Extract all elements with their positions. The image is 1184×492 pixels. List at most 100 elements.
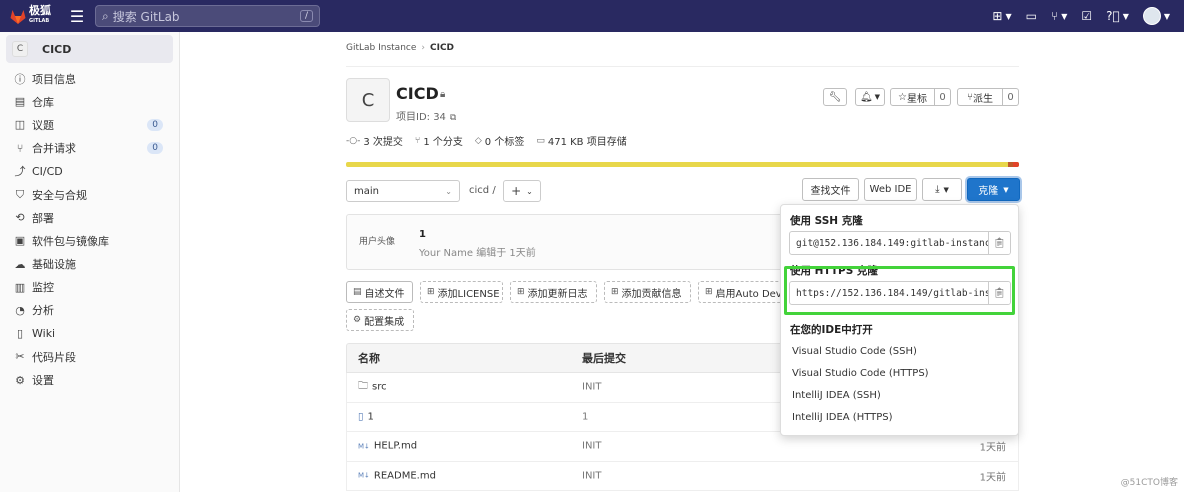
open-in-ide-title: 在您的IDE中打开 — [790, 324, 873, 336]
breadcrumb-root-link[interactable]: GitLab Instance — [346, 43, 416, 53]
fork-count[interactable]: 0 — [1003, 88, 1019, 106]
sidebar-item-label: 软件包与镜像库 — [32, 234, 109, 248]
table-row[interactable]: M↓ HELP.md INIT 1天前 — [346, 432, 1019, 462]
sidebar-item-label: 基础设施 — [32, 258, 76, 272]
ssh-url-text[interactable]: git@152.136.184.149:gitlab-instance — [790, 238, 988, 249]
notifications-button[interactable]: 🔔︎ ▼ — [855, 88, 885, 106]
file-icon: ▯ — [358, 411, 364, 423]
add-to-tree-button[interactable]: + ⌄ — [503, 180, 541, 202]
ssh-clone-title: 使用 SSH 克隆 — [790, 215, 863, 227]
vscode-ssh-item[interactable]: Visual Studio Code (SSH) — [792, 346, 917, 357]
doc-icon: ▤ — [14, 95, 26, 109]
stat-storage[interactable]: ▭ 471 KB 项目存储 — [536, 133, 626, 149]
last-commit-message[interactable]: INIT — [582, 382, 602, 393]
fork-button[interactable]: ⑂ 派生 — [957, 88, 1003, 106]
download-button[interactable]: ⤓ ▼ — [922, 178, 962, 201]
sidebar-item-deployments[interactable]: ⟲ 部署 — [0, 206, 179, 229]
sidebar-item-merge-requests[interactable]: ⑂ 合并请求 0 — [0, 137, 179, 160]
chevron-down-icon: ⌄ — [526, 186, 533, 196]
info-icon: ⓘ — [14, 72, 26, 86]
sidebar-item-snippets[interactable]: ✂ 代码片段 — [0, 345, 179, 368]
find-file-button[interactable]: 查找文件 — [802, 178, 859, 201]
folder-icon: 🗀︎ — [358, 380, 368, 392]
merge-requests-top-button[interactable]: ⑂ ▼ — [1051, 9, 1067, 23]
chip-label: 添加贡献信息 — [621, 288, 682, 300]
readme-chip-button[interactable]: ▤ 自述文件 — [346, 281, 413, 303]
repo-path-link[interactable]: cicd — [469, 185, 489, 196]
breadcrumb-current-link[interactable]: CICD — [430, 43, 454, 53]
copy-ssh-button[interactable]: 📋︎ — [988, 232, 1010, 254]
stat-commits[interactable]: -○- 3 次提交 — [346, 133, 403, 149]
commit-avatar: 用户头像 — [359, 234, 395, 247]
chip-label: 自述文件 — [364, 288, 405, 300]
admin-settings-button[interactable]: 🔧︎ — [823, 88, 847, 106]
file-name-link[interactable]: HELP.md — [374, 441, 417, 452]
sidebar-item-monitor[interactable]: ▥ 监控 — [0, 276, 179, 299]
sidebar-item-security[interactable]: ⛉ 安全与合规 — [0, 183, 179, 206]
file-name-link[interactable]: src — [372, 382, 387, 393]
menu-icon[interactable]: ☰ — [67, 7, 87, 26]
file-name-link[interactable]: 1 — [368, 411, 374, 422]
chevron-down-icon: ▼ — [1003, 185, 1009, 194]
sidebar-item-issues[interactable]: ◫ 议题 0 — [0, 113, 179, 136]
package-icon: ▣ — [14, 234, 26, 248]
branch-name: main — [354, 185, 379, 197]
help-top-button[interactable]: ?⃝ ▼ — [1106, 9, 1129, 23]
sidebar-item-analytics[interactable]: ◔ 分析 — [0, 299, 179, 322]
last-commit-message[interactable]: INIT — [582, 470, 602, 481]
sidebar-item-settings[interactable]: ⚙ 设置 — [0, 368, 179, 391]
stat-tags[interactable]: ◇ 0 个标签 — [475, 133, 524, 149]
count-badge: 0 — [147, 118, 163, 131]
configure-integrations-button[interactable]: ⚙ 配置集成 — [346, 309, 414, 331]
sidebar-item-cicd[interactable]: ⤴ CI/CD — [0, 160, 179, 183]
chevron-down-icon: ▼ — [874, 93, 881, 101]
intellij-ssh-item[interactable]: IntelliJ IDEA (SSH) — [792, 390, 881, 401]
chevron-down-icon: ▼ — [943, 185, 949, 194]
intellij-https-item[interactable]: IntelliJ IDEA (HTTPS) — [792, 412, 893, 423]
add-changelog-button[interactable]: ⊞ 添加更新日志 — [510, 281, 597, 303]
new-item-button[interactable]: ⊞ ▼ — [992, 9, 1011, 23]
stat-branches[interactable]: ⑂ 1 个分支 — [415, 133, 463, 149]
bell-icon: 🔔︎ — [859, 91, 873, 103]
add-license-button[interactable]: ⊞ 添加LICENSE — [420, 281, 503, 303]
sidebar-project-header[interactable]: C CICD — [6, 35, 173, 63]
chevron-down-icon: ⌄ — [445, 186, 452, 196]
table-row[interactable]: M↓ README.md INIT 1天前 — [346, 461, 1019, 491]
wrench-icon: 🔧︎ — [828, 91, 842, 103]
user-menu-button[interactable]: ▼ — [1142, 7, 1170, 25]
column-header-name: 名称 — [358, 352, 380, 365]
sidebar-item-infrastructure[interactable]: ☁ 基础设施 — [0, 253, 179, 276]
last-update-time: 1天前 — [979, 472, 1006, 484]
ssh-url-field[interactable]: git@152.136.184.149:gitlab-instance 📋︎ — [789, 231, 1011, 255]
enable-auto-devops-button[interactable]: ⊞启用Auto DevOps — [698, 281, 788, 303]
web-ide-button[interactable]: Web IDE — [864, 178, 917, 201]
sidebar-item-label: 设置 — [32, 374, 54, 388]
stat-branches-text: 1 个分支 — [423, 137, 463, 148]
scissors-icon: ✂ — [15, 350, 25, 364]
sidebar-item-repository[interactable]: ▤ 仓库 — [0, 90, 179, 113]
sidebar-item-label: 仓库 — [32, 95, 54, 109]
add-contributing-button[interactable]: ⊞ 添加贡献信息 — [604, 281, 691, 303]
last-commit-message[interactable]: INIT — [582, 441, 602, 452]
gitlab-logo[interactable]: 极狐 GITLAB — [10, 5, 60, 27]
vscode-https-item[interactable]: Visual Studio Code (HTTPS) — [792, 368, 929, 379]
top-navbar: 极狐 GITLAB ☰ ⌕ 搜索 GitLab / ⊞ ▼ ▭ ⑂ ▼ ☑ ?⃝ ▼ ▼ — [0, 0, 1184, 32]
issues-top-button[interactable]: ▭ — [1026, 9, 1037, 23]
todos-top-button[interactable]: ☑ — [1081, 9, 1092, 23]
language-bar — [346, 162, 1019, 167]
clone-button[interactable]: 克隆 ▼ — [967, 178, 1020, 201]
search-input[interactable]: ⌕ 搜索 GitLab / — [95, 5, 320, 27]
branch-selector[interactable]: main ⌄ — [346, 180, 460, 202]
commit-message-link[interactable]: 1 — [419, 229, 426, 240]
star-count[interactable]: 0 — [935, 88, 951, 106]
page-title: CICD — [396, 84, 439, 103]
sidebar-item-project-info[interactable]: ⓘ 项目信息 — [0, 67, 179, 90]
star-button[interactable]: ☆ 星标 — [890, 88, 935, 106]
last-commit-message[interactable]: 1 — [582, 411, 588, 422]
file-name-link[interactable]: README.md — [374, 470, 436, 481]
copy-icon[interactable]: ⧉ — [450, 113, 456, 123]
main-content: GitLab Instance › CICD C CICD 🔒︎ 项目ID: 34 ⧉… — [180, 32, 1184, 492]
sidebar-item-packages[interactable]: ▣ 软件包与镜像库 — [0, 229, 179, 252]
sidebar-item-wiki[interactable]: ▯ Wiki — [0, 322, 179, 345]
column-header-last-commit: 最后提交 — [582, 352, 626, 365]
